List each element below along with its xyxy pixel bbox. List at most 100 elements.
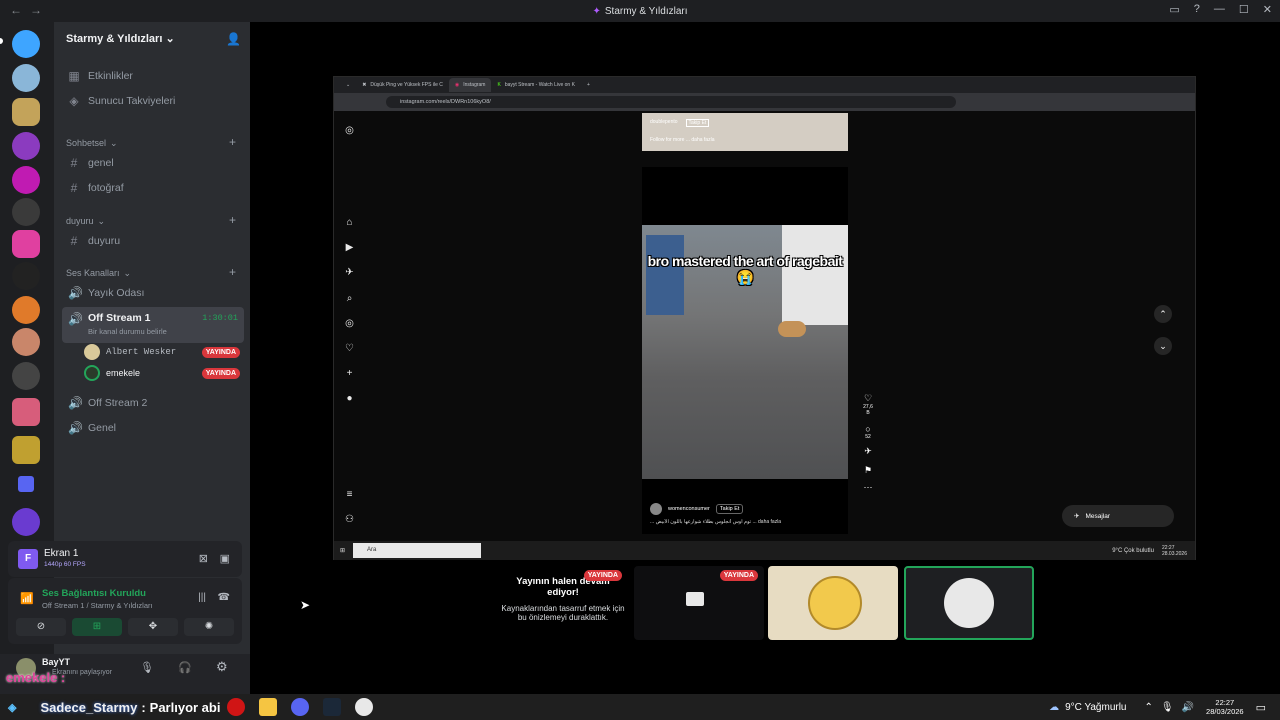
- add-user-icon[interactable]: 👤: [226, 32, 241, 46]
- server-icon[interactable]: [12, 262, 40, 290]
- server-icon[interactable]: [12, 230, 40, 258]
- add-channel-icon[interactable]: +: [229, 213, 236, 227]
- messages-button[interactable]: ✈ Mesajlar: [1062, 505, 1174, 527]
- help-icon[interactable]: ?: [1194, 3, 1200, 16]
- server-icon[interactable]: [12, 64, 40, 92]
- direct-icon[interactable]: ✈: [344, 267, 355, 278]
- microphone-icon[interactable]: 🎙: [1161, 702, 1174, 713]
- add-channel-icon[interactable]: +: [229, 135, 236, 149]
- back-arrow-icon[interactable]: ←: [10, 3, 22, 17]
- stream-preview-tile[interactable]: YAYINDA: [634, 566, 764, 640]
- steam-icon[interactable]: [323, 698, 342, 716]
- new-tab-button[interactable]: +: [581, 78, 596, 92]
- boosts-item[interactable]: ◈ Sunucu Takviyeleri: [62, 90, 244, 112]
- paused-preview-tile[interactable]: Yayının halen devam ediyor! Kaynaklarınd…: [498, 566, 628, 640]
- comment-icon[interactable]: ○: [862, 424, 874, 434]
- reel-user[interactable]: womenconsumer: [668, 506, 710, 512]
- discord-icon[interactable]: [291, 698, 310, 716]
- clock[interactable]: 22:27 28/03/2026: [1206, 698, 1244, 716]
- voice-user[interactable]: Albert Wesker YAYINDA: [84, 342, 240, 362]
- browser-tab[interactable]: Kbayyt Stream - Watch Live on K: [491, 78, 580, 92]
- category-duyuru[interactable]: duyuru ⌄: [66, 216, 105, 227]
- close-button[interactable]: ✕: [1263, 3, 1272, 16]
- server-folder[interactable]: [12, 398, 40, 426]
- forward-arrow-icon[interactable]: →: [30, 3, 42, 17]
- voice-channel-off-stream-1[interactable]: 🔊 Off Stream 1 Bir kanal durumu belirle …: [62, 307, 244, 343]
- channel-duyuru[interactable]: # duyuru: [62, 230, 244, 252]
- channel-genel[interactable]: # genel: [62, 152, 244, 174]
- noise-suppression-icon[interactable]: |||: [198, 592, 206, 603]
- server-icon[interactable]: [12, 166, 40, 194]
- server-icon[interactable]: [12, 362, 40, 390]
- maximize-button[interactable]: ☐: [1239, 3, 1249, 16]
- soundboard-button[interactable]: ✺: [184, 618, 234, 636]
- channel-fotograf[interactable]: # fotoğraf: [62, 177, 244, 199]
- server-icon[interactable]: [12, 30, 40, 58]
- microphone-icon[interactable]: 🎙: [140, 661, 154, 674]
- menu-icon[interactable]: ≡: [344, 489, 355, 500]
- follow-button[interactable]: Takip Et: [715, 504, 744, 514]
- browser-tab-active[interactable]: ◉ Instagram: [448, 78, 492, 92]
- gear-icon[interactable]: ⚙: [216, 659, 228, 675]
- save-icon[interactable]: ⚑: [862, 465, 874, 476]
- voice-location[interactable]: Off Stream 1 / Starmy & Yıldızları: [42, 601, 153, 610]
- reels-icon[interactable]: ▶: [344, 242, 355, 253]
- obs-icon[interactable]: [355, 698, 374, 716]
- inbox-icon[interactable]: ▭: [1169, 3, 1179, 16]
- category-sohbetsel[interactable]: Sohbetsel ⌄: [66, 138, 118, 149]
- screen-settings-icon[interactable]: ▣: [220, 552, 230, 565]
- opera-icon[interactable]: [227, 698, 246, 716]
- next-reel-button[interactable]: ⌄: [1154, 337, 1172, 355]
- like-icon[interactable]: ♡: [862, 393, 874, 404]
- weather-widget[interactable]: ☁ 9°C Yağmurlu: [1049, 702, 1126, 713]
- volume-icon[interactable]: 🔊: [1182, 702, 1194, 713]
- browser-tab[interactable]: ✖ Düşük Ping ve Yüksek FPS ile C: [356, 78, 449, 92]
- voice-status[interactable]: Ses Bağlantısı Kuruldu: [42, 588, 146, 599]
- voice-user[interactable]: emekele YAYINDA: [84, 363, 240, 383]
- shared-screen[interactable]: ⌄ ✖ Düşük Ping ve Yüksek FPS ile C ◉ Insta…: [333, 76, 1196, 560]
- voice-channel-genel[interactable]: 🔊 Genel: [62, 417, 244, 439]
- voice-channel-off-stream-2[interactable]: 🔊 Off Stream 2: [62, 392, 244, 414]
- events-item[interactable]: ▦ Etkinlikler: [62, 65, 244, 87]
- server-icon[interactable]: [12, 98, 40, 126]
- reel-video[interactable]: bro mastered the art of ragebait 😭 women…: [642, 167, 848, 534]
- threads-icon[interactable]: ⚇: [344, 514, 355, 525]
- server-icon[interactable]: [12, 328, 40, 356]
- server-icon[interactable]: [12, 198, 40, 226]
- server-icon[interactable]: [12, 508, 40, 536]
- channel-status-label[interactable]: Bir kanal durumu belirle: [88, 327, 167, 336]
- server-icon[interactable]: [12, 132, 40, 160]
- file-explorer-icon[interactable]: [259, 698, 278, 716]
- url-field[interactable]: instagram.com/reels/DWRn106kyO8/: [386, 96, 956, 108]
- server-icon[interactable]: [12, 296, 40, 324]
- tab-menu-icon[interactable]: ⌄: [340, 78, 356, 92]
- folder-icon[interactable]: [18, 476, 34, 492]
- disconnect-icon[interactable]: ☎: [218, 592, 230, 603]
- user-tile-speaking[interactable]: [904, 566, 1034, 640]
- user-tile[interactable]: [768, 566, 898, 640]
- camera-off-button[interactable]: ⊘: [16, 618, 66, 636]
- create-icon[interactable]: +: [344, 368, 355, 379]
- stop-stream-icon[interactable]: ⊠: [199, 552, 208, 565]
- avatar[interactable]: [650, 503, 662, 515]
- category-voice[interactable]: Ses Kanalları ⌄: [66, 268, 131, 279]
- home-icon[interactable]: ⌂: [344, 217, 355, 228]
- post-user[interactable]: doublepento: [650, 119, 678, 127]
- minimize-button[interactable]: —: [1214, 3, 1225, 16]
- voice-channel-yayik[interactable]: 🔊 Yayık Odası: [62, 282, 244, 304]
- add-channel-icon[interactable]: +: [229, 265, 236, 279]
- follow-button[interactable]: Takip Et: [685, 119, 710, 127]
- instagram-logo-icon[interactable]: ◎: [344, 125, 355, 136]
- remote-search-box[interactable]: Ara: [353, 543, 482, 558]
- headphones-icon[interactable]: 🎧: [178, 661, 192, 674]
- share-icon[interactable]: ✈: [862, 446, 874, 457]
- windows-start-icon[interactable]: ⊞: [340, 547, 345, 554]
- screen-share-button[interactable]: ⊞: [72, 618, 122, 636]
- more-icon[interactable]: ⋯: [862, 482, 874, 493]
- chevron-up-icon[interactable]: ⌃: [1145, 702, 1153, 713]
- heart-icon[interactable]: ♡: [344, 343, 355, 354]
- search-icon[interactable]: ⌕: [344, 293, 355, 304]
- profile-icon[interactable]: ●: [344, 393, 355, 404]
- explore-icon[interactable]: ◎: [344, 318, 355, 329]
- activities-button[interactable]: ✥: [128, 618, 178, 636]
